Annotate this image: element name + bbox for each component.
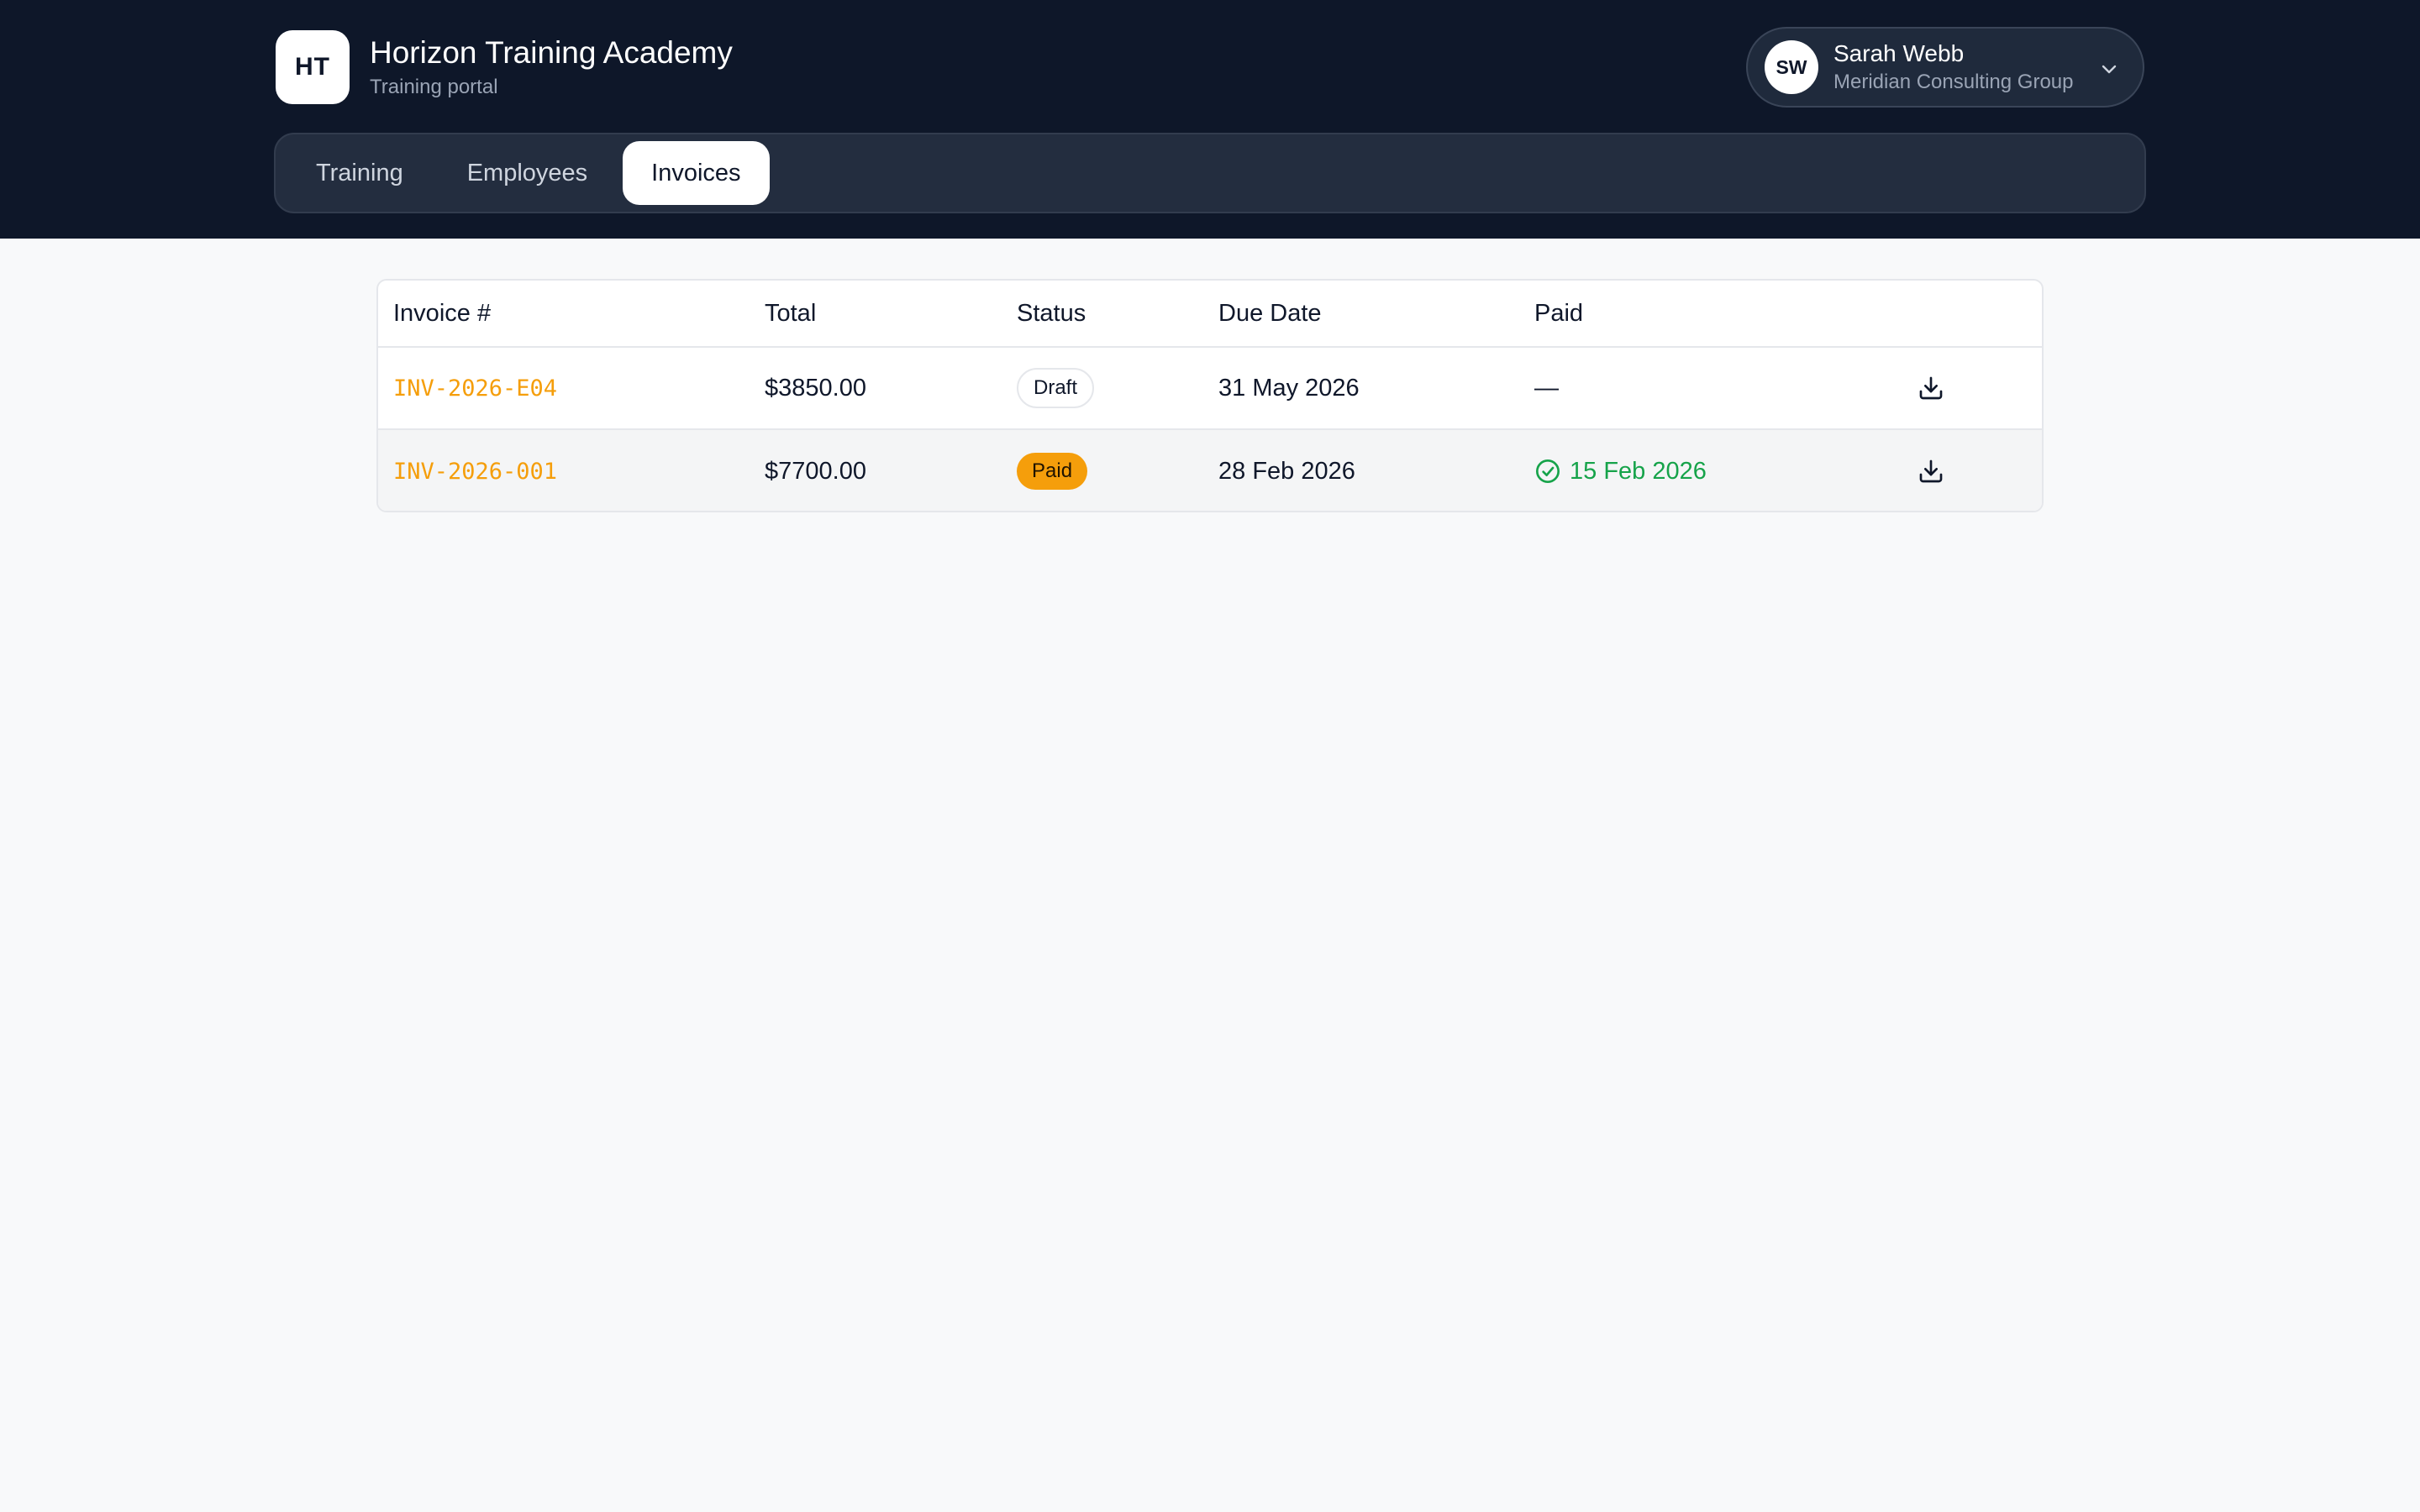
main-nav: Training Employees Invoices [274, 133, 2146, 213]
table-row: INV-2026-001 $7700.00 Paid 28 Feb 2026 1… [378, 430, 2042, 511]
invoices-table: Invoice # Total Status Due Date Paid INV… [376, 279, 2044, 512]
paid-date: 15 Feb 2026 [1534, 458, 1707, 486]
invoice-cell: INV-2026-001 [393, 430, 557, 511]
invoice-link[interactable]: INV-2026-E04 [393, 375, 557, 402]
tab-employees[interactable]: Employees [439, 141, 616, 205]
column-header-total: Total [765, 299, 817, 327]
status-cell: Draft [1017, 348, 1095, 428]
due-date-cell: 31 May 2026 [1218, 374, 1360, 402]
user-menu-button[interactable]: SW Sarah Webb Meridian Consulting Group [1746, 27, 2144, 108]
download-button[interactable] [1916, 456, 1946, 486]
action-cell [1916, 348, 1946, 428]
user-name: Sarah Webb [1833, 39, 1965, 66]
app-header: HT Horizon Training Academy Training por… [0, 0, 2420, 239]
download-button[interactable] [1916, 373, 1946, 403]
status-cell: Paid [1017, 430, 1088, 511]
app-subtitle: Training portal [370, 76, 498, 99]
tab-invoices[interactable]: Invoices [623, 141, 770, 205]
tab-training[interactable]: Training [287, 141, 432, 205]
table-header-row: Invoice # Total Status Due Date Paid [378, 281, 2042, 348]
user-info: Sarah Webb Meridian Consulting Group [1833, 40, 2073, 94]
brand[interactable]: HT Horizon Training Academy Training por… [276, 30, 733, 104]
invoice-cell: INV-2026-E04 [393, 348, 557, 428]
check-circle-icon [1536, 459, 1560, 483]
column-header-paid: Paid [1534, 299, 1584, 327]
total-cell: $3850.00 [765, 374, 866, 402]
brand-text: Horizon Training Academy Training portal [370, 35, 733, 100]
column-header-due-date: Due Date [1218, 299, 1322, 327]
download-icon [1919, 459, 1943, 483]
due-date-cell: 28 Feb 2026 [1218, 457, 1355, 485]
status-badge: Paid [1017, 452, 1088, 491]
download-icon [1919, 376, 1943, 400]
total-cell: $7700.00 [765, 457, 866, 485]
avatar: SW [1765, 40, 1818, 94]
app-title: Horizon Training Academy [370, 34, 733, 70]
table-row: INV-2026-E04 $3850.00 Draft 31 May 2026 … [378, 348, 2042, 430]
column-header-status: Status [1017, 299, 1086, 327]
paid-date-text: 15 Feb 2026 [1570, 457, 1707, 485]
user-organization: Meridian Consulting Group [1833, 71, 2074, 94]
paid-cell: — [1534, 374, 1559, 402]
invoice-link[interactable]: INV-2026-001 [393, 459, 557, 485]
paid-cell: 15 Feb 2026 [1534, 430, 1707, 511]
status-badge: Draft [1017, 367, 1095, 409]
brand-logo: HT [276, 30, 350, 104]
action-cell [1916, 430, 1946, 511]
column-header-invoice: Invoice # [393, 299, 492, 327]
chevron-down-icon [2102, 65, 2117, 74]
